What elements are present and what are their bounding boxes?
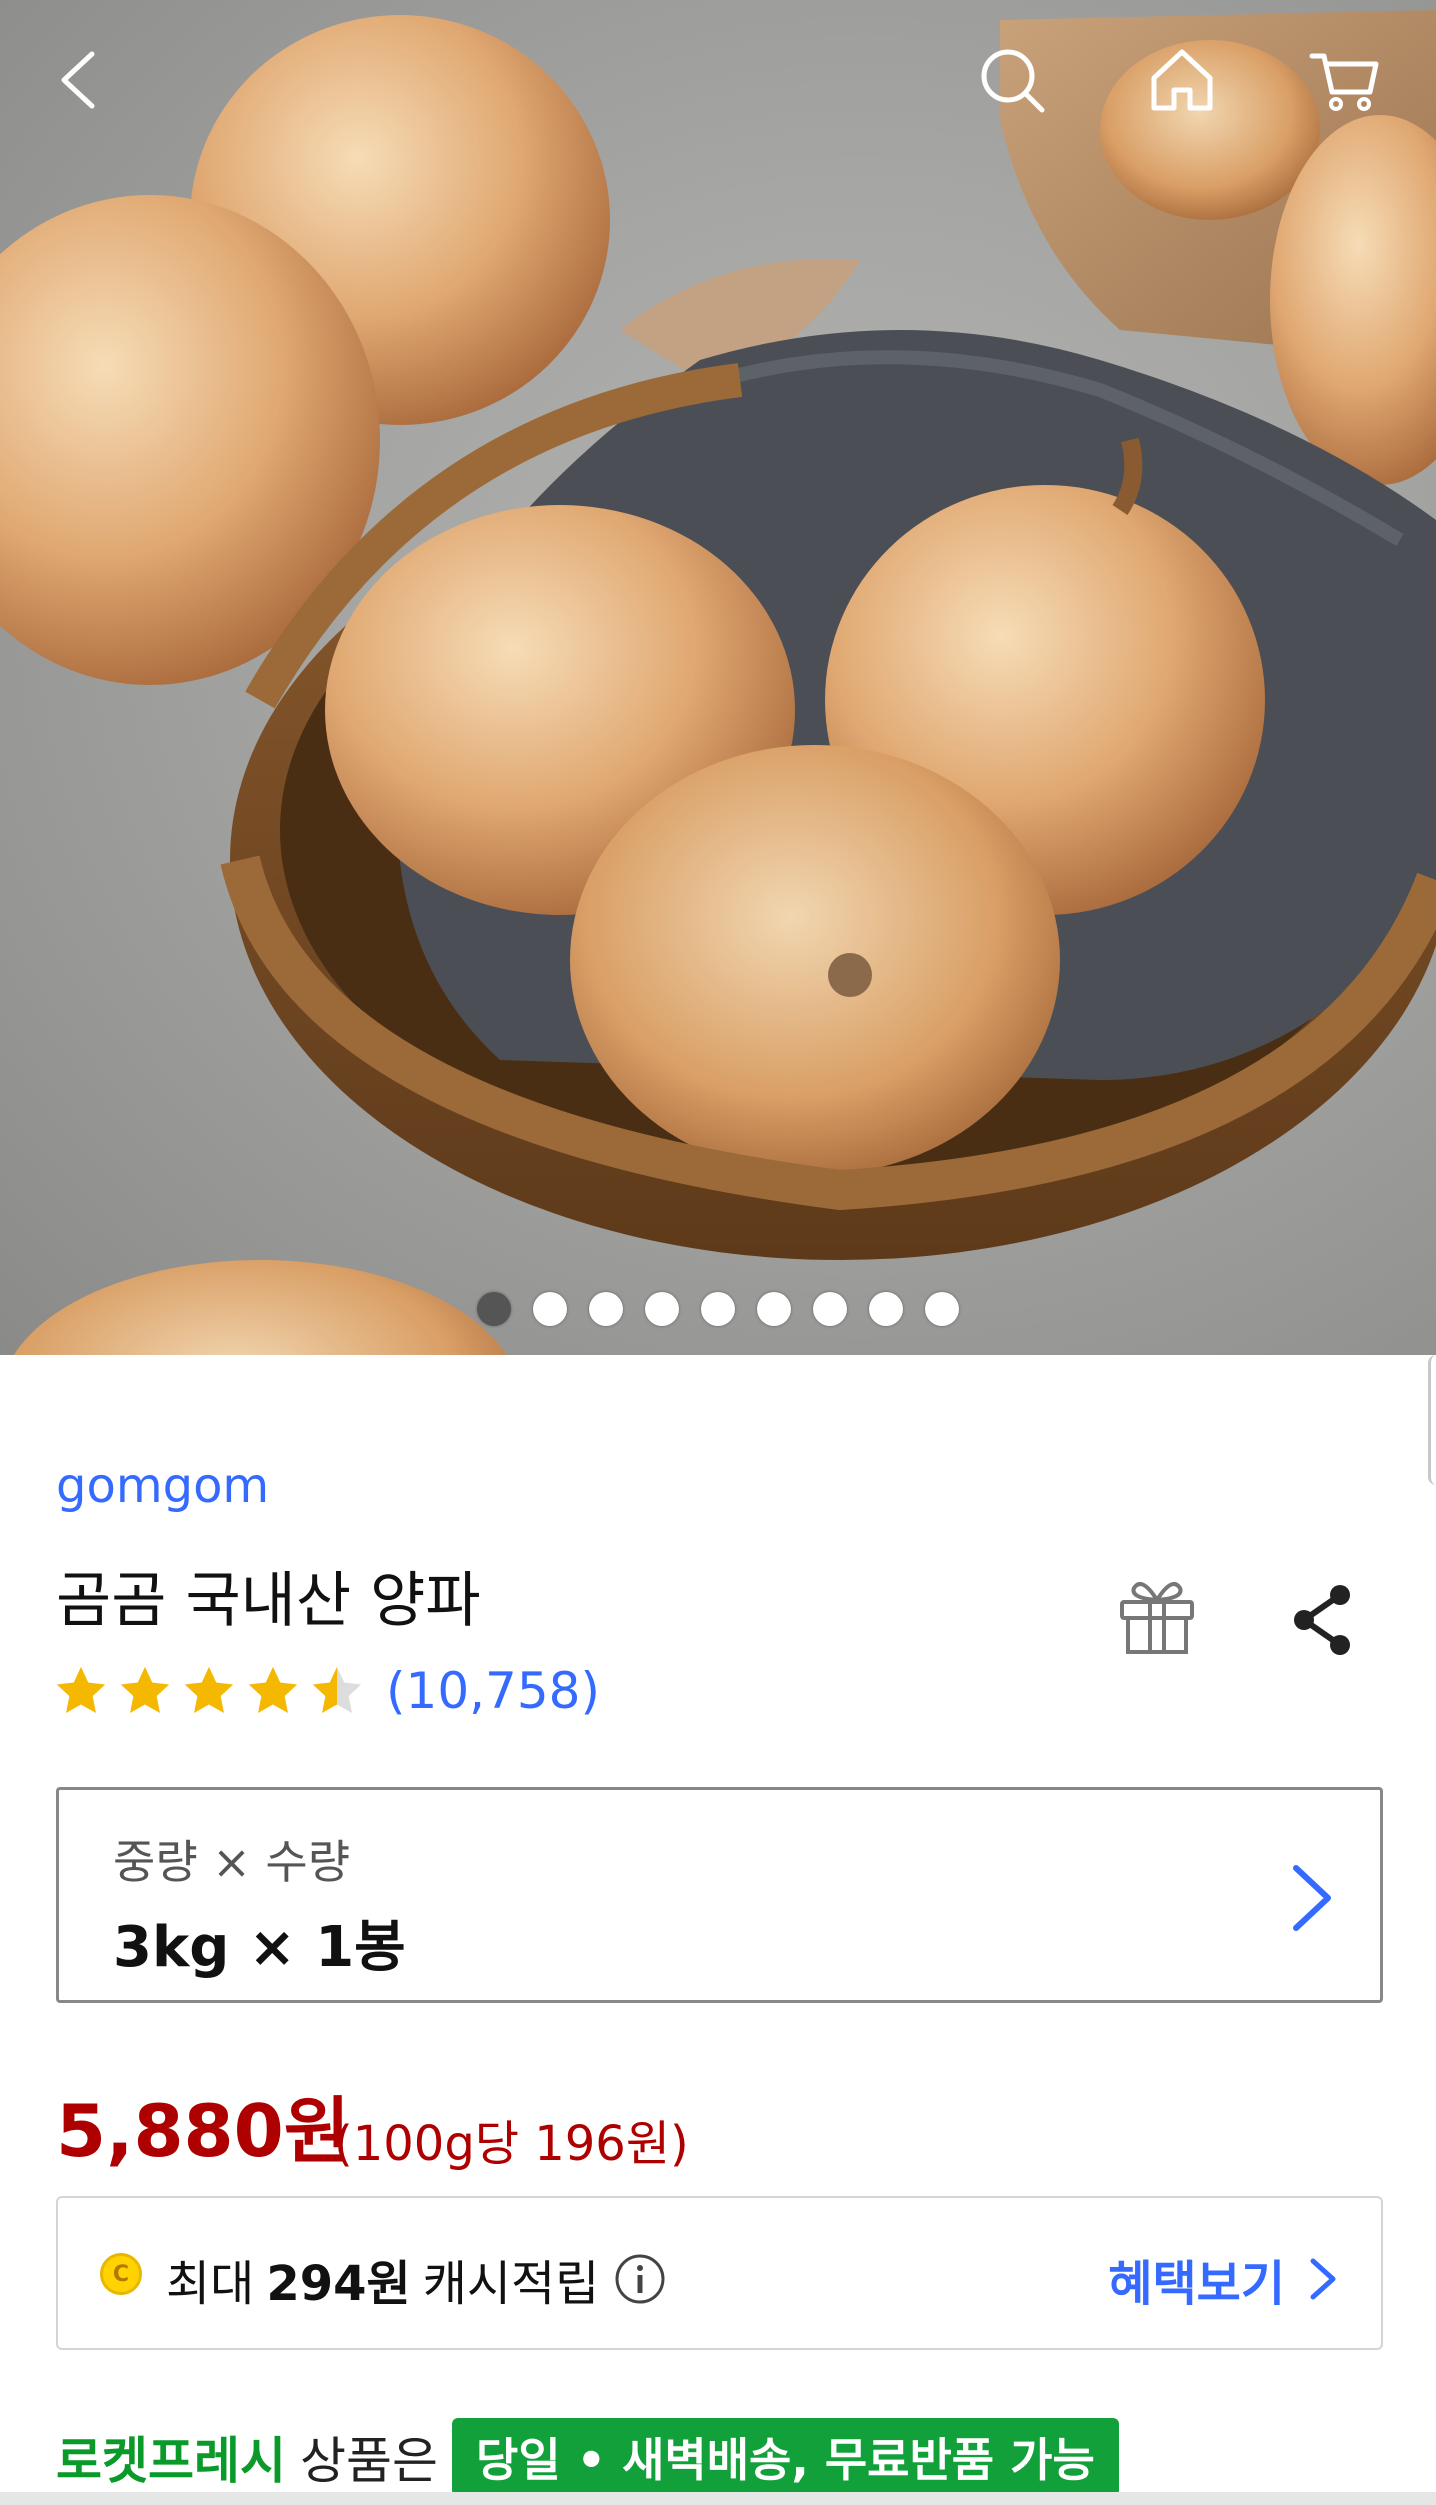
view-benefits-label: 혜택보기: [1108, 2256, 1285, 2312]
review-count[interactable]: (10,758): [386, 1662, 600, 1720]
onion-photo: [0, 10, 1436, 1355]
sale-price: 5,880원: [56, 2089, 350, 2173]
brand-link[interactable]: gomgom: [56, 1458, 269, 1514]
back-button[interactable]: [40, 40, 120, 120]
star-full-icon: [56, 1666, 106, 1713]
home-button[interactable]: [1142, 40, 1222, 120]
search-button[interactable]: [972, 40, 1052, 120]
coin-icon: C: [100, 2253, 142, 2295]
rocket-fresh-text: 상품은: [300, 2432, 438, 2490]
cart-icon: [1309, 53, 1379, 111]
carousel-dot[interactable]: [533, 1292, 567, 1326]
carousel-dot[interactable]: [813, 1292, 847, 1326]
share-icon: [1294, 1585, 1350, 1655]
star-half-icon: [312, 1666, 362, 1713]
carousel-dot[interactable]: [589, 1292, 623, 1326]
product-title: 곰곰 국내산 양파: [56, 1566, 481, 1636]
unit-price: (100g당 196원): [334, 2116, 689, 2172]
cashback-banner[interactable]: C 최대 294원 캐시적립 혜택보기: [56, 2196, 1383, 2350]
gift-button[interactable]: [1112, 1570, 1202, 1660]
cart-button[interactable]: [1304, 40, 1384, 120]
view-benefits-link[interactable]: 혜택보기: [1108, 2244, 1341, 2314]
option-value: 3kg × 1봉: [113, 1915, 406, 1980]
carousel-dot[interactable]: [869, 1292, 903, 1326]
scroll-indicator: [1428, 1355, 1436, 1485]
carousel-dot[interactable]: [645, 1292, 679, 1326]
product-image-carousel[interactable]: [0, 0, 1436, 1355]
chevron-right-icon: [1293, 1865, 1331, 1931]
search-icon: [981, 49, 1045, 113]
star-full-icon: [248, 1666, 298, 1713]
rocket-fresh-info: 로켓프레시 상품은 당일 • 새벽배송, 무료반품 가능: [56, 2418, 1119, 2496]
star-full-icon: [120, 1666, 170, 1713]
gift-icon: [1120, 1582, 1194, 1654]
cashback-suffix: 캐시적립: [422, 2256, 600, 2312]
carousel-dot[interactable]: [925, 1292, 959, 1326]
carousel-dot-active[interactable]: [477, 1292, 511, 1326]
delivery-badge: 당일 • 새벽배송, 무료반품 가능: [452, 2418, 1119, 2496]
product-rating[interactable]: (10,758): [52, 1662, 600, 1720]
chevron-right-icon: [1310, 2258, 1336, 2300]
carousel-dot[interactable]: [701, 1292, 735, 1326]
carousel-dots: [0, 1292, 1436, 1326]
chevron-left-icon: [61, 51, 95, 109]
info-icon[interactable]: [613, 2252, 667, 2306]
option-label: 중량 × 수량: [113, 1835, 351, 1889]
star-full-icon: [184, 1666, 234, 1713]
rocket-fresh-label: 로켓프레시: [56, 2432, 286, 2490]
cashback-text: 최대 294원 캐시적립: [166, 2244, 667, 2314]
cashback-prefix: 최대: [166, 2256, 255, 2312]
carousel-dot[interactable]: [757, 1292, 791, 1326]
home-icon: [1151, 49, 1213, 111]
option-selector[interactable]: 중량 × 수량 3kg × 1봉: [56, 1787, 1383, 2003]
bottom-divider: [0, 2492, 1436, 2505]
share-button[interactable]: [1278, 1575, 1368, 1665]
cashback-amount: 294원: [266, 2256, 411, 2312]
